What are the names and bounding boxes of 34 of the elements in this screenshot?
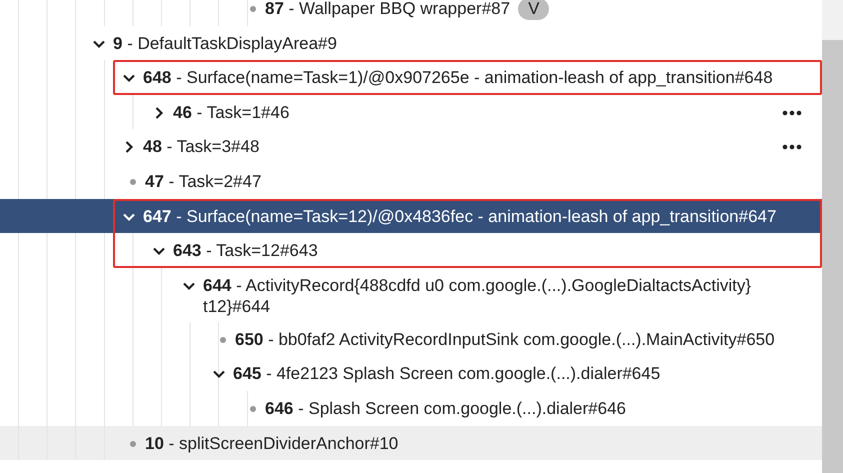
tree-row[interactable]: 647 - Surface(name=Task=12)/@0x4836fec - animation-leash of app_transition#647 (0, 198, 822, 234)
more-icon[interactable] (782, 110, 802, 116)
node-label: 644 - ActivityRecord{488cdfd u0 com.google.(...).GoogleDialtactsActivity} t12}#644 (203, 274, 752, 317)
tree-row[interactable]: 648 - Surface(name=Task=1)/@0x907265e - animation-leash of app_transition#648 (0, 60, 822, 95)
node-label: 648 - Surface(name=Task=1)/@0x907265e - animation-leash of app_transition#648 (143, 67, 773, 88)
tree-row[interactable]: 644 - ActivityRecord{488cdfd u0 com.google.(...).GoogleDialtactsActivity} t12}#644 (0, 268, 822, 322)
bullet-icon (250, 6, 256, 12)
bullet-icon (220, 336, 226, 343)
tree-row[interactable]: 645 - 4fe2123 Splash Screen com.google.(...).dialer#645 (0, 356, 822, 391)
node-label: 47 - Task=2#47 (145, 170, 262, 192)
visibility-badge: V (518, 0, 550, 20)
node-label: 9 - DefaultTaskDisplayArea#9 (113, 32, 337, 54)
tree-row[interactable]: 9 - DefaultTaskDisplayArea#9 (0, 26, 822, 60)
node-label: 10 - splitScreenDividerAnchor#10 (145, 432, 398, 454)
more-icon[interactable] (782, 144, 802, 150)
tree-row[interactable]: 47 - Task=2#47 (0, 164, 822, 199)
node-label: 87 - Wallpaper BBQ wrapper#87 (265, 0, 510, 19)
bullet-icon (130, 440, 136, 447)
tree-row[interactable]: 10 - splitScreenDividerAnchor#10 (0, 426, 822, 460)
tree-row[interactable]: 87 - Wallpaper BBQ wrapper#87 V (0, 0, 822, 26)
node-label: 645 - 4fe2123 Splash Screen com.google.(...).dialer#645 (233, 363, 660, 384)
tree-row[interactable]: 48 - Task=3#48 (0, 129, 822, 164)
node-label: 46 - Task=1#46 (173, 102, 290, 123)
node-label: 646 - Splash Screen com.google.(...).dialer#646 (265, 398, 626, 419)
tree-row[interactable]: 646 - Splash Screen com.google.(...).dialer#646 (0, 390, 822, 426)
bullet-icon (130, 178, 136, 185)
tree-row[interactable]: 650 - bb0faf2 ActivityRecordInputSink com.google.(...).MainActivity#650 (0, 322, 822, 356)
node-label: 647 - Surface(name=Task=12)/@0x4836fec - animation-leash of app_transition#647 (143, 206, 776, 227)
bullet-icon (250, 406, 256, 412)
tree-row[interactable]: 643 - Task=12#643 (0, 233, 822, 268)
tree-row[interactable]: 46 - Task=1#46 (0, 94, 822, 130)
node-label: 643 - Task=12#643 (173, 240, 318, 262)
node-label: 48 - Task=3#48 (143, 136, 260, 158)
node-label: 650 - bb0faf2 ActivityRecordInputSink com.google.(...).MainActivity#650 (235, 328, 775, 350)
